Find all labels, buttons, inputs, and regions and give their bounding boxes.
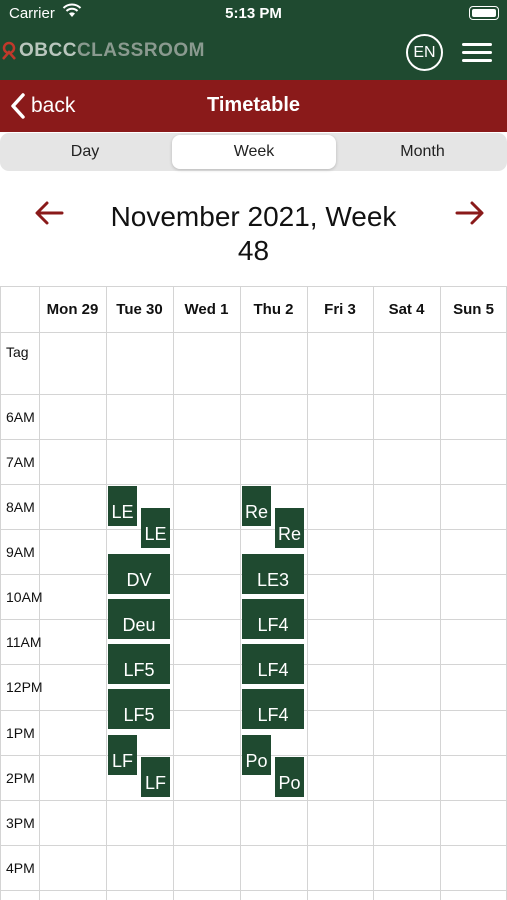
day-header[interactable]: Thu 2 <box>240 286 307 332</box>
event-block[interactable]: LF4 <box>242 599 304 639</box>
grid-line <box>173 286 174 900</box>
time-label: 9AM <box>6 544 35 560</box>
grid-line <box>0 439 507 440</box>
grid-line <box>0 332 507 333</box>
tab-month[interactable]: Month <box>340 135 505 169</box>
day-header[interactable]: Wed 1 <box>173 286 240 332</box>
logo-text-obcc: OBCC <box>19 40 77 61</box>
view-segmented-control: Day Week Month <box>0 133 507 171</box>
arrow-left-icon[interactable] <box>33 197 65 229</box>
app-logo[interactable]: OBCC CLASSROOM <box>0 39 205 63</box>
event-block[interactable]: LF <box>108 735 137 775</box>
event-block[interactable]: Re <box>242 486 271 526</box>
day-header[interactable]: Sat 4 <box>373 286 440 332</box>
event-block[interactable]: LE3 <box>242 554 304 594</box>
event-block[interactable]: LF4 <box>242 689 304 729</box>
tab-day[interactable]: Day <box>2 135 168 169</box>
event-block[interactable]: LF4 <box>242 644 304 684</box>
language-button[interactable]: EN <box>406 34 443 71</box>
grid-line <box>440 286 441 900</box>
time-label: 3PM <box>6 815 35 831</box>
time-label: 1PM <box>6 725 35 741</box>
day-header[interactable]: Mon 29 <box>39 286 106 332</box>
event-block[interactable]: DV <box>108 554 170 594</box>
grid-line <box>0 394 507 395</box>
event-block[interactable]: LF5 <box>108 689 170 729</box>
grid-line <box>307 286 308 900</box>
time-label: 2PM <box>6 770 35 786</box>
period-title: November 2021, Week 48 <box>80 200 427 268</box>
event-block[interactable]: Po <box>242 735 271 775</box>
time-label: 6AM <box>6 409 35 425</box>
event-block[interactable]: LE <box>108 486 137 526</box>
time-label: 7AM <box>6 454 35 470</box>
timetable-grid: Mon 29 Tue 30 Wed 1 Thu 2 Fri 3 Sat 4 Sun 5 Tag… <box>0 286 507 900</box>
page-title: Timetable <box>207 94 300 116</box>
grid-line <box>0 529 507 530</box>
grid-line <box>106 286 107 900</box>
arrow-right-icon[interactable] <box>454 197 486 229</box>
time-label: 4PM <box>6 860 35 876</box>
event-block[interactable]: Deu <box>108 599 170 639</box>
period-title-line1: November 2021, Week <box>110 201 397 232</box>
time-label: 10AM <box>6 589 43 605</box>
logo-mark-icon <box>2 41 16 60</box>
time-label: 8AM <box>6 499 35 515</box>
event-block[interactable]: Po <box>275 757 304 797</box>
day-header[interactable]: Sun 5 <box>440 286 507 332</box>
event-block[interactable]: LF5 <box>108 644 170 684</box>
event-block[interactable]: Re <box>275 508 304 548</box>
app-header: OBCC CLASSROOM EN <box>0 28 507 80</box>
clock: 5:13 PM <box>225 5 282 22</box>
grid-line <box>0 890 507 891</box>
time-label: 11AM <box>6 634 42 650</box>
grid-line <box>0 845 507 846</box>
day-header[interactable]: Tue 30 <box>106 286 173 332</box>
time-label: 12PM <box>6 679 43 695</box>
grid-line <box>373 286 374 900</box>
time-label: Tag <box>6 344 29 360</box>
grid-line <box>0 484 507 485</box>
tab-week[interactable]: Week <box>172 135 336 169</box>
battery-icon <box>469 6 499 20</box>
status-bar: Carrier 5:13 PM <box>0 0 507 28</box>
grid-line <box>0 800 507 801</box>
period-title-line2: 48 <box>237 235 270 266</box>
grid-line <box>0 286 1 900</box>
grid-line <box>240 286 241 900</box>
hamburger-menu-icon[interactable] <box>462 43 492 63</box>
logo-text-classroom: CLASSROOM <box>76 40 205 61</box>
event-block[interactable]: LF <box>141 757 170 797</box>
day-header[interactable]: Fri 3 <box>307 286 373 332</box>
event-block[interactable]: LE <box>141 508 170 548</box>
nav-bar: back Timetable <box>0 80 507 132</box>
